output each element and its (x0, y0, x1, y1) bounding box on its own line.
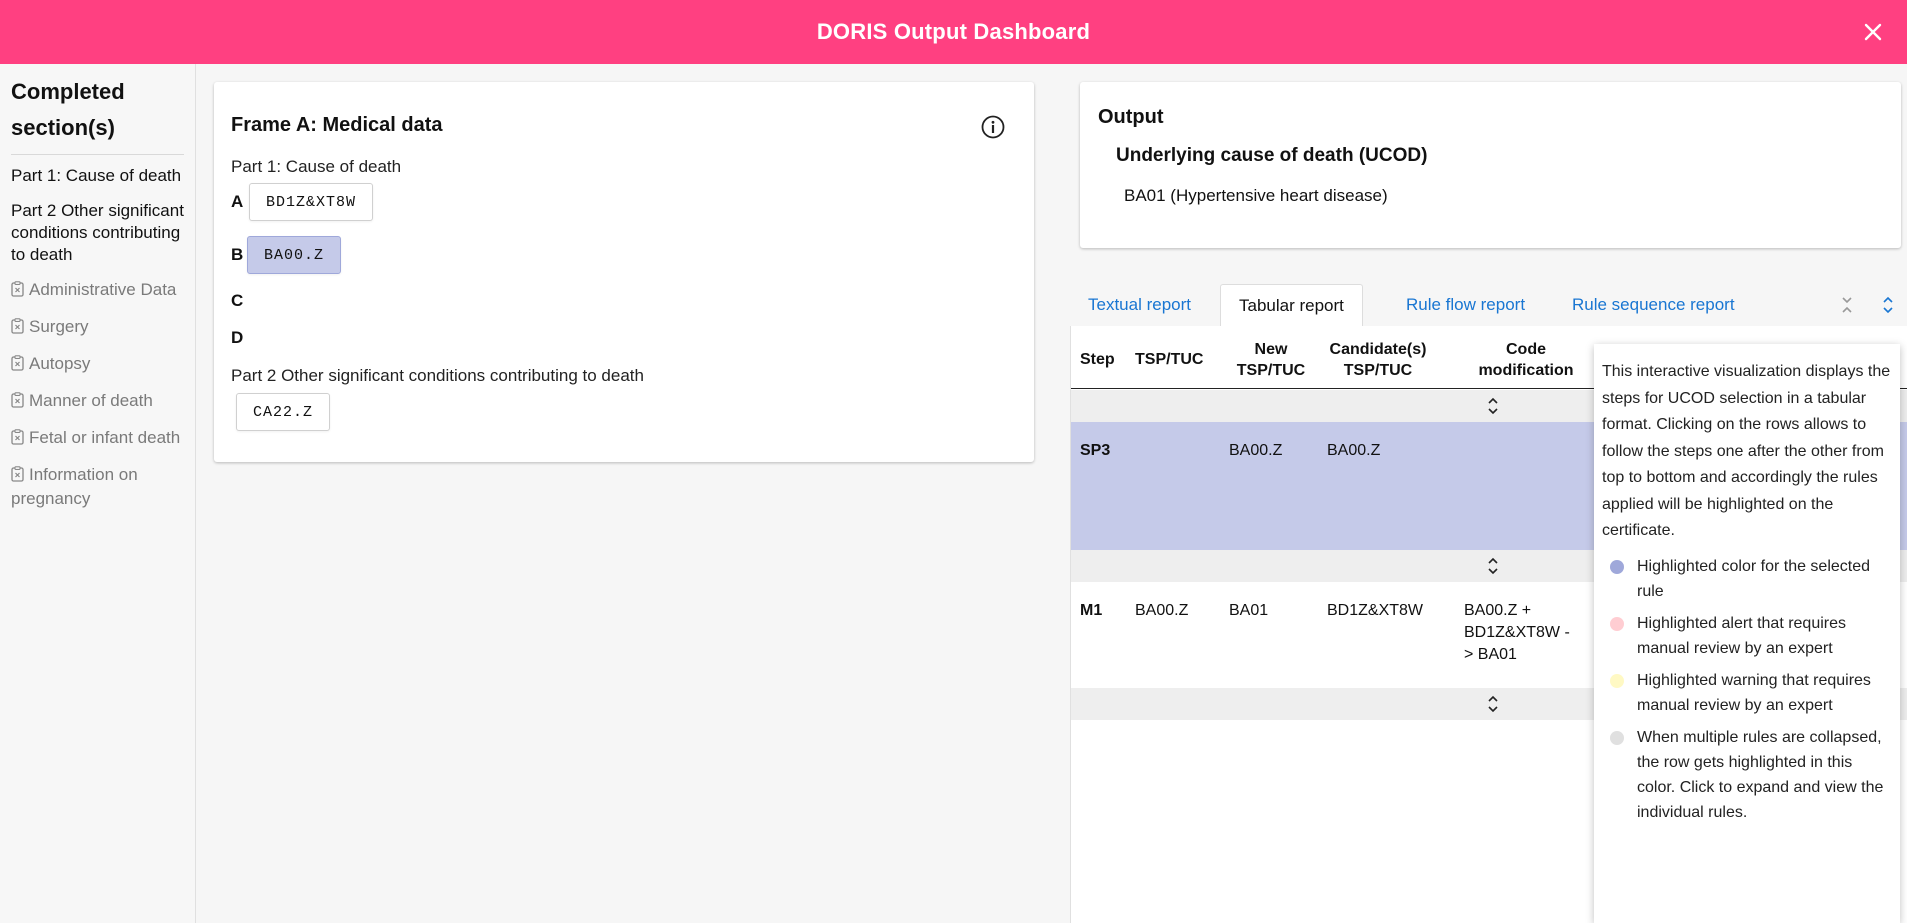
cell-step: M1 (1080, 602, 1103, 619)
row-letter-d: D (231, 328, 244, 347)
legend-item-collapsed: When multiple rules are collapsed, the r… (1602, 725, 1891, 825)
code-chip-a[interactable]: BD1Z&XT8W (249, 183, 374, 221)
legend-item-warning: Highlighted warning that requires manual… (1602, 668, 1891, 718)
row-letter-a: A (231, 192, 244, 211)
legend-dot (1610, 673, 1624, 688)
sections-sidebar: Completed section(s) Part 1: Cause of de… (0, 64, 196, 923)
clipboard-x-icon (11, 281, 24, 303)
sidebar-item-label: Surgery (29, 317, 89, 336)
expand-rows-icon (1486, 395, 1500, 422)
sidebar-item-surgery[interactable]: Surgery (11, 316, 184, 340)
sidebar-item-label: Administrative Data (29, 280, 177, 299)
sidebar-item-fetal-infant-death[interactable]: Fetal or infant death (11, 427, 184, 451)
sidebar-item-label: Fetal or infant death (29, 428, 181, 447)
cell-new-tsp: BA01 (1229, 602, 1269, 619)
sidebar-item-cause-of-death[interactable]: Part 1: Cause of death (11, 165, 184, 187)
frame-title: Frame A: Medical data (231, 114, 443, 136)
cell-candidates: BA00.Z (1327, 442, 1381, 459)
clipboard-x-icon (11, 466, 24, 488)
sidebar-item-label: Autopsy (29, 354, 91, 373)
ucod-value: BA01 (Hypertensive heart disease) (1124, 186, 1388, 205)
col-candidates: Candidate(s) TSP/TUC (1329, 341, 1427, 379)
output-title: Output (1098, 106, 1164, 128)
clipboard-x-icon (11, 355, 24, 377)
part2-label: Part 2 Other significant conditions cont… (231, 366, 644, 385)
sidebar-item-label: Manner of death (29, 391, 153, 410)
ucod-heading: Underlying cause of death (UCOD) (1116, 145, 1428, 166)
expand-rows-icon (1486, 693, 1500, 720)
legend-item-alert: Highlighted alert that requires manual r… (1602, 611, 1891, 661)
frame-a-card: Frame A: Medical data Part 1: Cause of d… (214, 82, 1034, 462)
info-icon[interactable] (980, 114, 1006, 140)
sidebar-item-other-conditions[interactable]: Part 2 Other significant conditions cont… (11, 200, 184, 266)
col-code-modification: Code modification (1478, 341, 1574, 379)
sidebar-heading: Completed section(s) (11, 74, 184, 155)
collapse-all-icon[interactable] (1836, 294, 1858, 316)
expand-all-icon[interactable] (1877, 294, 1899, 316)
top-bar: DORIS Output Dashboard (0, 0, 1907, 64)
report-tabs: Textual report Tabular report Rule flow … (1070, 284, 1907, 326)
app-title: DORIS Output Dashboard (816, 19, 1091, 44)
tab-tabular-report[interactable]: Tabular report (1220, 284, 1363, 326)
legend-dot (1610, 616, 1624, 631)
clipboard-x-icon (11, 318, 24, 340)
col-step: Step (1080, 351, 1115, 368)
legend-text: Highlighted alert that requires manual r… (1637, 614, 1847, 657)
col-new-tsp: New TSP/TUC (1236, 341, 1306, 379)
cell-step: SP3 (1080, 442, 1111, 459)
cell-candidates: BD1Z&XT8W (1327, 602, 1424, 619)
code-chip-b[interactable]: BA00.Z (247, 236, 342, 274)
sidebar-item-autopsy[interactable]: Autopsy (11, 353, 184, 377)
legend-dot (1610, 730, 1624, 745)
legend-item-selected: Highlighted color for the selected rule (1602, 554, 1891, 604)
tooltip-description: This interactive visualization displays … (1602, 363, 1891, 539)
tab-textual-report[interactable]: Textual report (1070, 284, 1209, 326)
sidebar-item-label: Information on pregnancy (11, 465, 138, 508)
tab-rule-sequence-report[interactable]: Rule sequence report (1554, 284, 1753, 326)
cell-tsp: BA00.Z (1135, 602, 1189, 619)
legend-text: When multiple rules are collapsed, the r… (1637, 728, 1884, 821)
close-icon[interactable] (1857, 16, 1889, 48)
legend-text: Highlighted warning that requires manual… (1637, 671, 1871, 714)
clipboard-x-icon (11, 429, 24, 451)
part1-label: Part 1: Cause of death (231, 157, 402, 176)
expand-rows-icon (1486, 555, 1500, 582)
col-tsp: TSP/TUC (1135, 351, 1204, 368)
output-card: Output Underlying cause of death (UCOD) … (1080, 82, 1901, 248)
tab-rule-flow-report[interactable]: Rule flow report (1388, 284, 1543, 326)
clipboard-x-icon (11, 392, 24, 414)
row-letter-b: B (231, 245, 244, 264)
sidebar-item-administrative-data[interactable]: Administrative Data (11, 279, 184, 303)
legend-text: Highlighted color for the selected rule (1637, 557, 1871, 600)
sidebar-item-pregnancy[interactable]: Information on pregnancy (11, 464, 184, 510)
tabular-report-tooltip: This interactive visualization displays … (1594, 344, 1900, 923)
cell-code-modification: BA00.Z + BD1Z&XT8W -> BA01 (1464, 602, 1570, 663)
legend-dot (1610, 559, 1624, 574)
cell-new-tsp: BA00.Z (1229, 442, 1283, 459)
code-chip-part2[interactable]: CA22.Z (236, 393, 331, 431)
row-letter-c: C (231, 291, 244, 310)
sidebar-item-manner-of-death[interactable]: Manner of death (11, 390, 184, 414)
